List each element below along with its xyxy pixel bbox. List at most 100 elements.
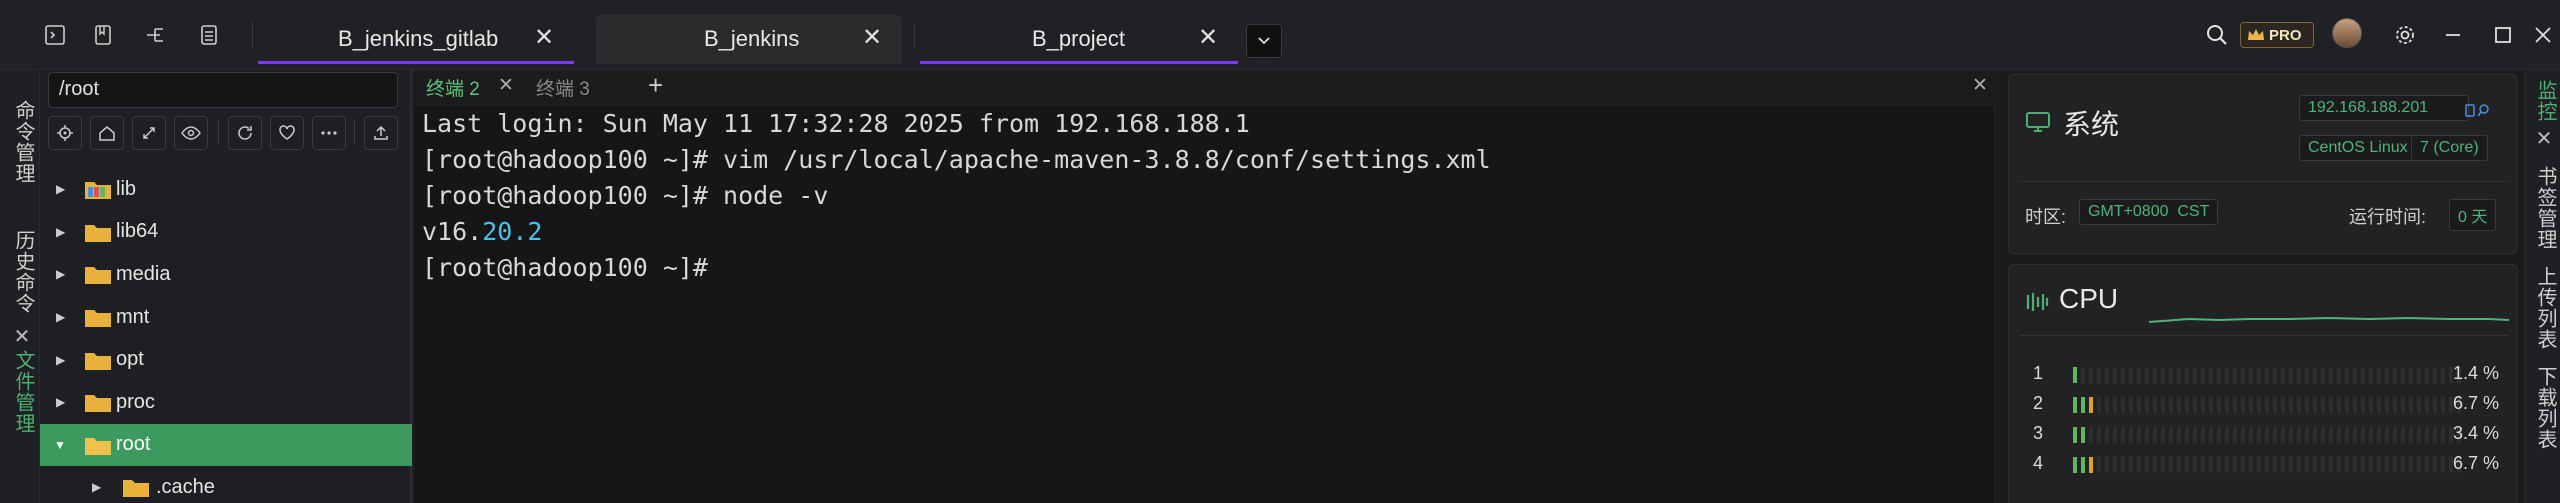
close-icon[interactable]: ✕ — [1972, 74, 1988, 97]
usage-segment — [2441, 457, 2445, 473]
timezone-value: GMT+0800 CST — [2079, 199, 2219, 225]
tab-terminal-2[interactable]: 终端 2 — [426, 74, 480, 101]
usage-segment — [2097, 397, 2101, 413]
usage-segment — [2345, 397, 2349, 413]
usage-segment — [2081, 457, 2085, 473]
usage-segment — [2361, 427, 2365, 443]
chevron-right-icon[interactable]: ▶ — [56, 267, 70, 281]
usage-segment — [2265, 397, 2269, 413]
usage-segment — [2177, 397, 2181, 413]
tree-row-media[interactable]: ▶ media — [40, 253, 412, 296]
close-icon[interactable]: ✕ — [2531, 126, 2555, 151]
maximize-icon[interactable] — [2490, 22, 2516, 48]
rail-bookmarks[interactable]: 书签管理 — [2531, 166, 2560, 250]
usage-segment — [2129, 457, 2133, 473]
tree-row-root[interactable]: ▼ root — [40, 423, 412, 467]
window-tab-3[interactable]: B_project ✕ — [920, 14, 1238, 64]
tree-row-lib64[interactable]: ▶ lib64 — [40, 211, 412, 254]
usage-segment — [2113, 427, 2117, 443]
tree-row-cache[interactable]: ▶ .cache — [40, 466, 412, 503]
rail-command-manager[interactable]: 命令管理 — [9, 100, 38, 184]
close-icon[interactable]: ✕ — [9, 324, 33, 349]
usage-segment — [2441, 397, 2445, 413]
gear-icon[interactable] — [2392, 22, 2418, 48]
usage-segment — [2393, 367, 2397, 383]
home-icon[interactable] — [90, 116, 124, 150]
avatar[interactable] — [2332, 18, 2362, 48]
usage-segment — [2153, 457, 2157, 473]
eye-icon[interactable] — [174, 116, 208, 150]
tree-row-opt[interactable]: ▶ opt — [40, 338, 412, 381]
tree-row-mnt[interactable]: ▶ mnt — [40, 296, 412, 339]
add-tab-button[interactable]: + — [648, 70, 663, 101]
close-icon[interactable]: ✕ — [860, 26, 884, 50]
chevron-right-icon[interactable]: ▶ — [56, 353, 70, 367]
window-tab-1[interactable]: B_jenkins_gitlab ✕ — [258, 14, 574, 64]
usage-segment — [2289, 397, 2293, 413]
split-icon[interactable] — [142, 22, 168, 48]
copy-search-icon[interactable] — [2464, 101, 2494, 119]
close-icon[interactable]: ✕ — [1196, 26, 1220, 50]
usage-segment — [2257, 397, 2261, 413]
close-window-icon[interactable] — [2530, 22, 2556, 48]
chevron-right-icon[interactable]: ▶ — [56, 225, 70, 239]
terminal-icon[interactable] — [42, 22, 68, 48]
usage-segment — [2369, 427, 2373, 443]
usage-segment — [2233, 397, 2237, 413]
terminal-output[interactable]: Last login: Sun May 11 17:32:28 2025 fro… — [414, 106, 1994, 503]
folder-icon — [85, 224, 111, 242]
rail-history[interactable]: 历史命令 — [9, 230, 38, 314]
usage-segment — [2401, 427, 2405, 443]
cpu-icon — [2026, 293, 2049, 311]
cpu-sparkline — [2149, 316, 2509, 323]
usage-segment — [2201, 367, 2205, 383]
rail-upload-list[interactable]: 上传列表 — [2531, 266, 2560, 350]
chevron-right-icon[interactable]: ▶ — [56, 182, 70, 196]
core-usage-bar — [2073, 457, 2463, 473]
usage-segment — [2345, 457, 2349, 473]
chevron-down-icon[interactable]: ▼ — [54, 438, 68, 452]
chevron-right-icon[interactable]: ▶ — [56, 395, 70, 409]
core-percent: 3.4 % — [2452, 423, 2499, 443]
tree-row-lib[interactable]: ▶ lib — [40, 168, 412, 211]
usage-segment — [2089, 427, 2093, 443]
usage-segment — [2145, 457, 2149, 473]
tree-row-proc[interactable]: ▶ proc — [40, 381, 412, 424]
usage-segment — [2241, 457, 2245, 473]
usage-segment — [2153, 397, 2157, 413]
cpu-core-row: 4 6.7 % — [2033, 451, 2513, 479]
search-icon[interactable] — [2204, 22, 2230, 48]
rail-monitor[interactable]: 监控 — [2531, 80, 2560, 122]
bookmark-icon[interactable] — [90, 22, 116, 48]
window-tab-2[interactable]: B_jenkins ✕ — [596, 14, 902, 64]
minimize-icon[interactable] — [2440, 22, 2466, 48]
usage-segment — [2169, 367, 2173, 383]
upload-icon[interactable] — [364, 116, 398, 150]
chevron-right-icon[interactable]: ▶ — [92, 480, 106, 494]
list-icon[interactable] — [196, 22, 222, 48]
file-toolbar — [48, 114, 408, 154]
tab-label: B_jenkins_gitlab — [338, 26, 499, 51]
usage-segment — [2257, 427, 2261, 443]
more-icon[interactable] — [312, 116, 346, 150]
usage-segment — [2329, 397, 2333, 413]
tab-terminal-3[interactable]: 终端 3 — [536, 74, 590, 101]
usage-segment — [2329, 367, 2333, 383]
usage-segment — [2225, 367, 2229, 383]
close-icon[interactable]: ✕ — [498, 74, 514, 97]
close-icon[interactable]: ✕ — [532, 26, 556, 50]
link-icon[interactable] — [132, 116, 166, 150]
rail-download-list[interactable]: 下载列表 — [2531, 366, 2560, 450]
heart-icon[interactable] — [270, 116, 304, 150]
ip-tag[interactable]: 192.168.188.201 — [2299, 95, 2470, 121]
usage-segment — [2433, 397, 2437, 413]
refresh-icon[interactable] — [228, 116, 262, 150]
pro-badge[interactable]: PRO — [2240, 22, 2314, 48]
tabs-dropdown-button[interactable] — [1246, 24, 1282, 58]
chevron-right-icon[interactable]: ▶ — [56, 310, 70, 324]
rail-file-manager[interactable]: 文件管理 — [9, 350, 38, 434]
path-input[interactable]: /root — [48, 72, 398, 108]
locate-icon[interactable] — [48, 116, 82, 150]
usage-segment — [2169, 397, 2173, 413]
core-index: 2 — [2033, 393, 2044, 413]
